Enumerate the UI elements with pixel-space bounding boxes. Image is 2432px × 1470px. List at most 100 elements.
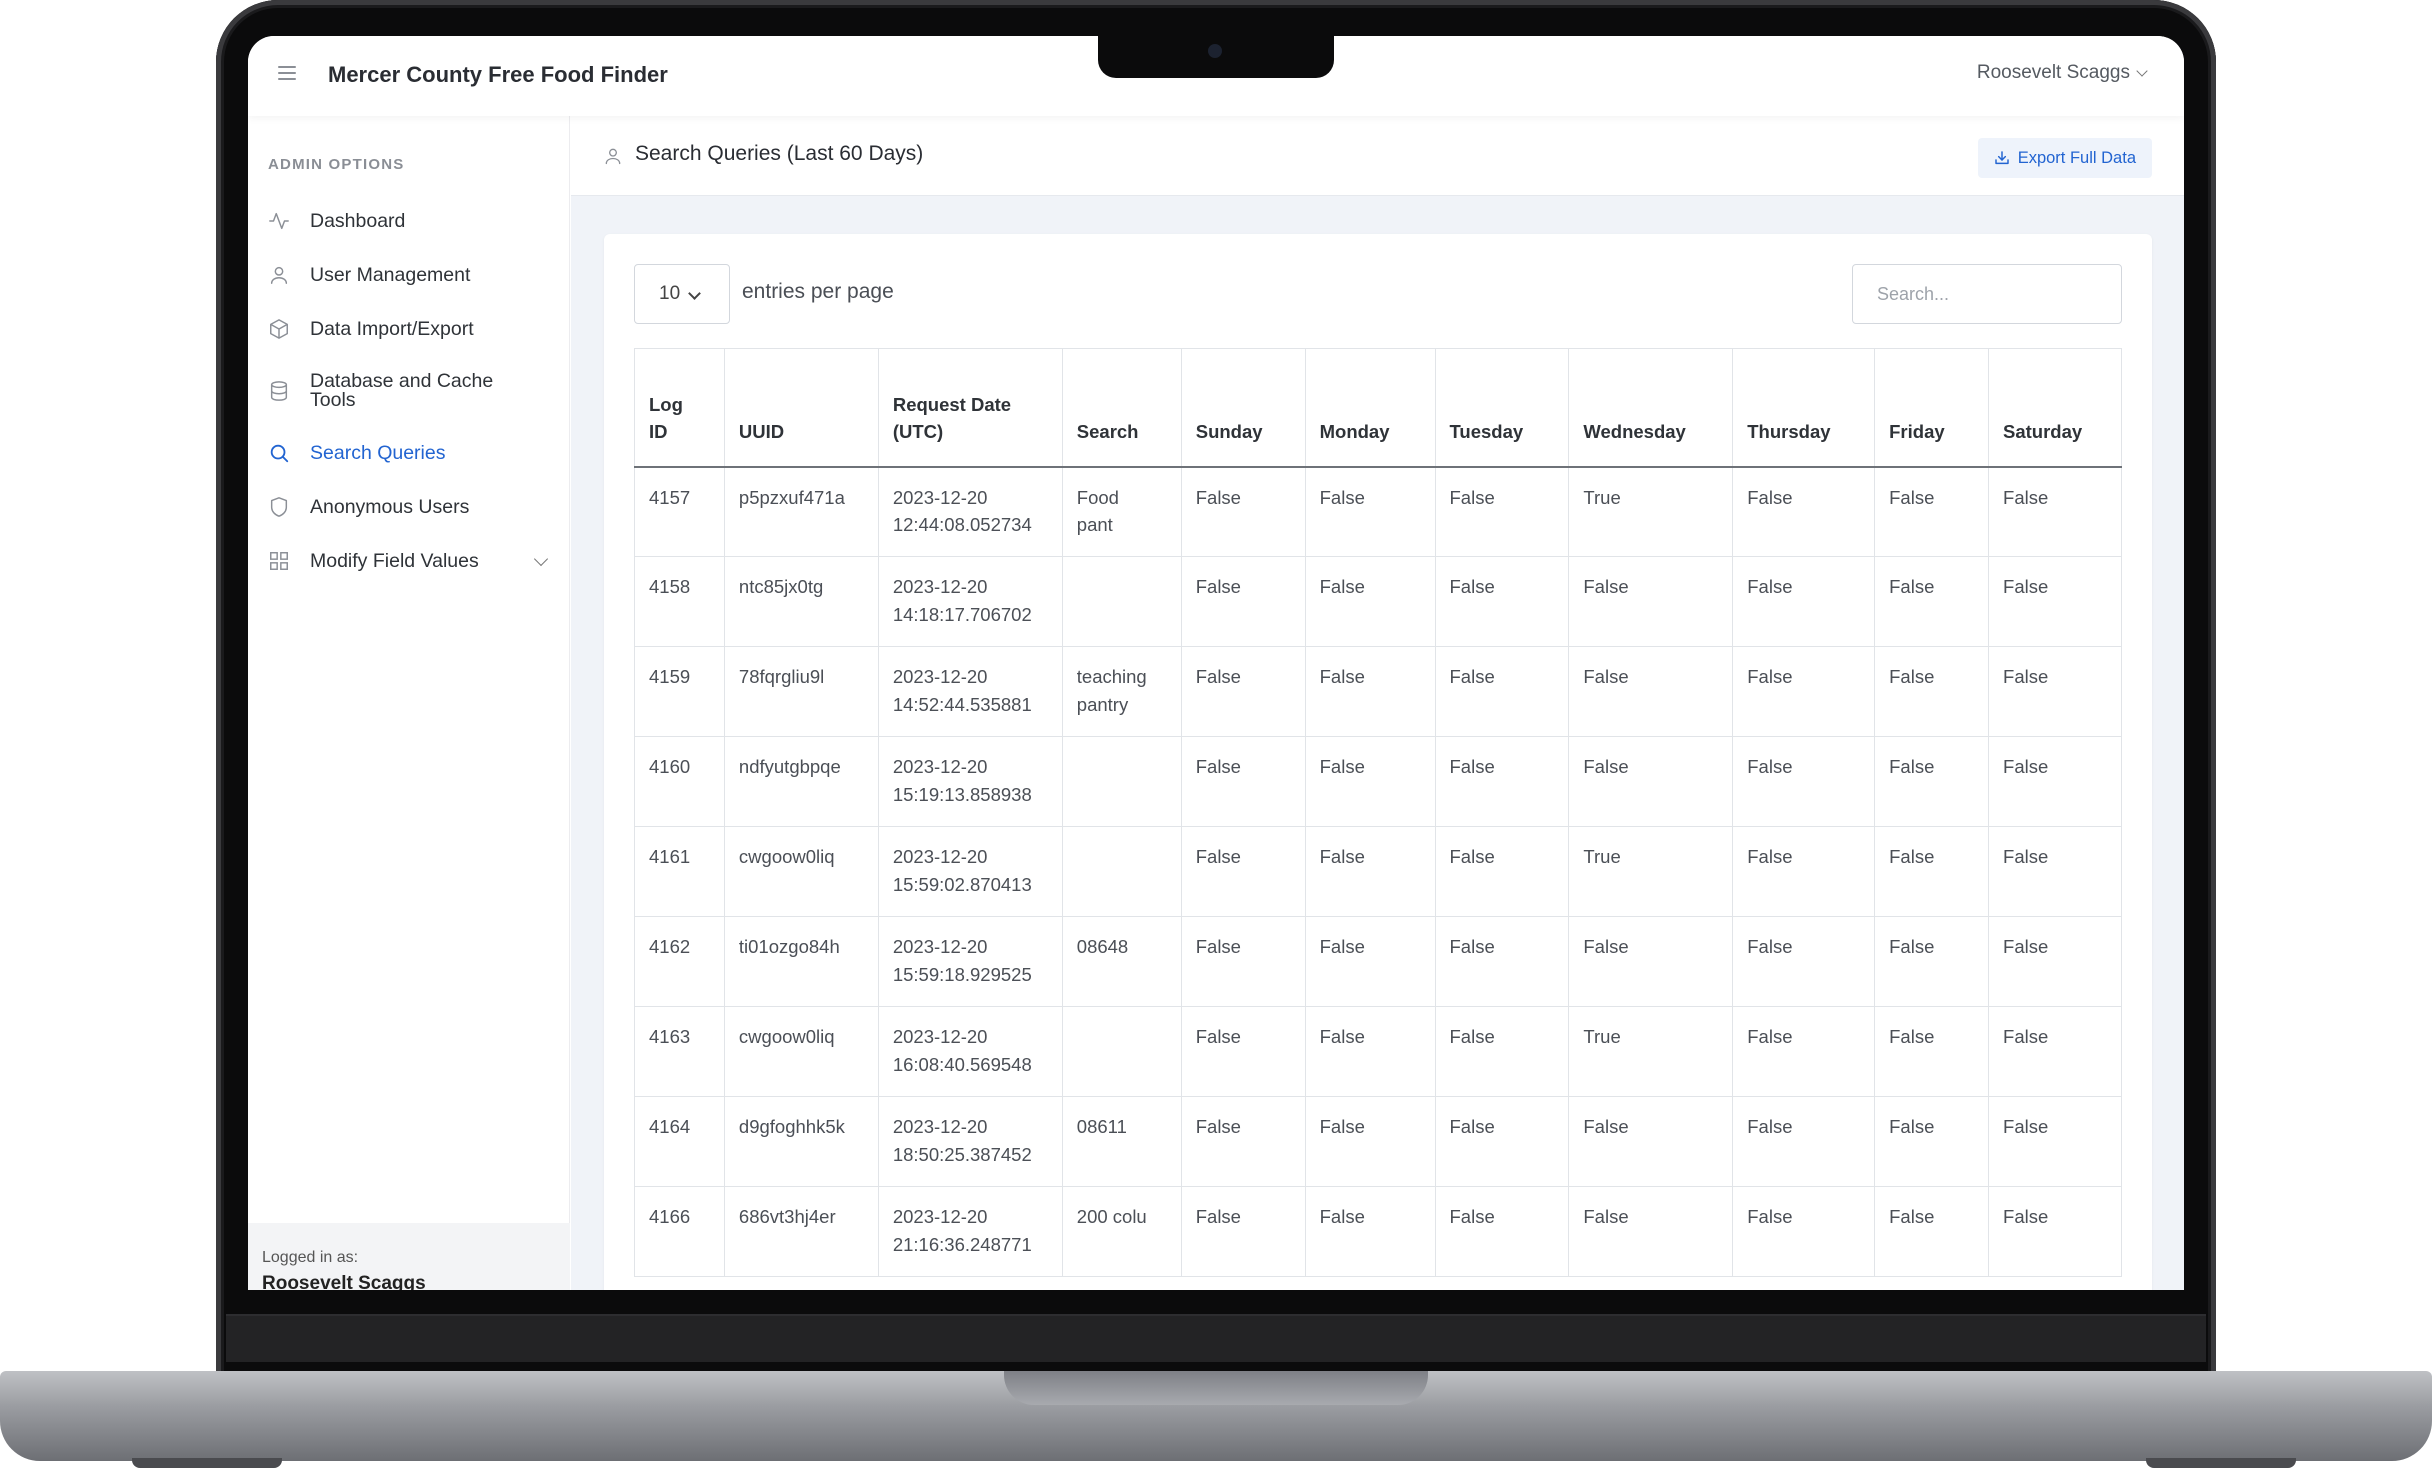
table-row[interactable]: 4166 686vt3hj4er 2023-12-20 21:16:36.24877… <box>634 1186 2122 1277</box>
table-cell-value: False <box>2003 486 2049 508</box>
sidebar-item-modify-field-values[interactable]: Modify Field Values <box>248 534 570 588</box>
table-search-input[interactable] <box>1852 264 2122 324</box>
table-cell-value: 4161 <box>649 846 691 867</box>
table-cell: False <box>1732 1186 1876 1277</box>
table-cell-value: 78fqrgliu9l <box>738 666 825 687</box>
table-cell: Food pant <box>1062 466 1182 557</box>
table-row[interactable]: 4159 78fqrgliu9l 2023-12-20 14:52:44.53588… <box>634 646 2122 737</box>
table-cell: False <box>1988 466 2122 557</box>
table-cell: False <box>1305 466 1436 557</box>
column-header[interactable]: UUID <box>724 348 879 468</box>
column-header[interactable]: Saturday <box>1988 348 2122 468</box>
table-cell-value: False <box>2003 1026 2049 1047</box>
column-header-label: Thursday <box>1747 421 1831 443</box>
table-cell-value: False <box>1889 846 1935 867</box>
table-row[interactable]: 4163 cwgoow0liq 2023-12-20 16:08:40.569548… <box>634 1006 2122 1097</box>
table-cell-value: 4159 <box>649 666 691 687</box>
sidebar-section-label: ADMIN OPTIONS <box>268 156 405 173</box>
table-row[interactable]: 4161 cwgoow0liq 2023-12-20 15:59:02.870413… <box>634 826 2122 917</box>
table-row[interactable]: 4164 d9gfoghhk5k 2023-12-20 18:50:25.38745… <box>634 1096 2122 1187</box>
table-cell-value: False <box>1449 666 1495 687</box>
table-cell-value: False <box>1889 1026 1935 1047</box>
table-cell: False <box>1988 1096 2122 1187</box>
table-row[interactable]: 4157 p5pzxuf471a 2023-12-20 12:44:08.05273… <box>634 466 2122 557</box>
table-cell-value: p5pzxuf471a <box>738 486 845 508</box>
table-cell: False <box>1568 736 1734 827</box>
column-header[interactable]: Monday <box>1305 348 1436 468</box>
column-header[interactable]: Friday <box>1874 348 1990 468</box>
table-cell: 2023-12-20 16:08:40.569548 <box>878 1006 1063 1097</box>
search-queries-table: Log ID UUID Request Date (UTC) Search Su… <box>634 348 2122 1277</box>
table-cell-value: False <box>1583 1206 1629 1227</box>
table-cell-value: False <box>1195 1116 1241 1137</box>
page-size-select[interactable]: 10 <box>634 264 730 324</box>
export-full-data-button[interactable]: Export Full Data <box>1977 138 2152 178</box>
table-cell: 4166 <box>634 1186 725 1277</box>
sidebar-item-database-cache-tools[interactable]: Database and Cache Tools <box>248 356 570 426</box>
table-cell-value: False <box>1319 666 1365 687</box>
sidebar: ADMIN OPTIONS Dashboard User Management … <box>248 116 570 1294</box>
table-cell-value: False <box>1195 486 1241 508</box>
sidebar-item-dashboard[interactable]: Dashboard <box>248 194 570 248</box>
table-cell: 4161 <box>634 826 725 917</box>
column-header[interactable]: Sunday <box>1181 348 1306 468</box>
table-cell: True <box>1568 1006 1734 1097</box>
column-header[interactable]: Log ID <box>634 348 725 468</box>
table-cell: False <box>1988 916 2122 1007</box>
column-header[interactable]: Tuesday <box>1435 348 1570 468</box>
column-header[interactable]: Thursday <box>1732 348 1876 468</box>
table-cell-value: 4164 <box>649 1116 691 1137</box>
table-cell-value: False <box>1889 576 1935 597</box>
table-cell: 4162 <box>634 916 725 1007</box>
column-header-label: Friday <box>1889 421 1945 443</box>
sidebar-item-label: User Management <box>310 263 471 286</box>
table-cell: 686vt3hj4er <box>724 1186 879 1277</box>
table-cell: 4158 <box>634 556 725 647</box>
column-header[interactable]: Search <box>1062 348 1182 468</box>
table-cell-value: False <box>1583 936 1629 957</box>
table-cell-value: False <box>1747 846 1793 867</box>
menu-icon[interactable] <box>278 66 296 80</box>
table-row[interactable]: 4160 ndfyutgbpqe 2023-12-20 15:19:13.85893… <box>634 736 2122 827</box>
column-header[interactable]: Wednesday <box>1568 348 1734 468</box>
sidebar-item-search-queries[interactable]: Search Queries <box>248 426 570 480</box>
user-icon <box>270 266 288 284</box>
table-cell-value: 4163 <box>649 1026 691 1047</box>
table-row[interactable]: 4158 ntc85jx0tg 2023-12-20 14:18:17.706702… <box>634 556 2122 647</box>
laptop-base-notch <box>1004 1371 1428 1405</box>
table-cell-value: 2023-12-20 15:59:02.870413 <box>892 846 1032 895</box>
table-cell: False <box>1181 1186 1306 1277</box>
table-cell: cwgoow0liq <box>724 1006 879 1097</box>
screen: Mercer County Free Food Finder Roosevelt… <box>248 36 2184 1294</box>
table-cell-value: cwgoow0liq <box>738 846 835 867</box>
table-cell-value: False <box>1449 1206 1495 1227</box>
table-cell: p5pzxuf471a <box>724 466 879 557</box>
sidebar-item-user-management[interactable]: User Management <box>248 248 570 302</box>
user-icon <box>605 148 621 165</box>
table-cell: 08611 <box>1062 1096 1182 1187</box>
table-cell-value: 08648 <box>1076 936 1129 957</box>
table-cell: False <box>1305 1186 1436 1277</box>
table-cell-value: d9gfoghhk5k <box>738 1116 845 1137</box>
table-cell: False <box>1874 556 1990 647</box>
table-cell-value: 4162 <box>649 936 691 957</box>
table-cell: ntc85jx0tg <box>724 556 879 647</box>
table-cell: 2023-12-20 15:59:02.870413 <box>878 826 1063 917</box>
column-header[interactable]: Request Date (UTC) <box>878 348 1063 468</box>
table-cell: False <box>1988 646 2122 737</box>
table-cell: 4157 <box>634 466 725 557</box>
sidebar-item-data-import-export[interactable]: Data Import/Export <box>248 302 570 356</box>
table-cell-value: False <box>1449 486 1495 508</box>
user-menu[interactable]: Roosevelt Scaggs <box>1977 62 2148 84</box>
sidebar-item-anonymous-users[interactable]: Anonymous Users <box>248 480 570 534</box>
chevron-down-icon[interactable] <box>533 551 549 567</box>
queries-card: 10 entries per page Log ID UUID Request … <box>604 234 2152 1294</box>
sidebar-item-label: Search Queries <box>310 441 446 464</box>
table-cell-value: False <box>1889 1116 1935 1137</box>
table-cell-value: False <box>1747 1206 1793 1227</box>
table-cell: 4160 <box>634 736 725 827</box>
table-row[interactable]: 4162 ti01ozgo84h 2023-12-20 15:59:18.92952… <box>634 916 2122 1007</box>
package-icon <box>270 319 288 339</box>
table-cell-value: 08611 <box>1076 1116 1127 1137</box>
table-cell-value: True <box>1583 846 1621 867</box>
